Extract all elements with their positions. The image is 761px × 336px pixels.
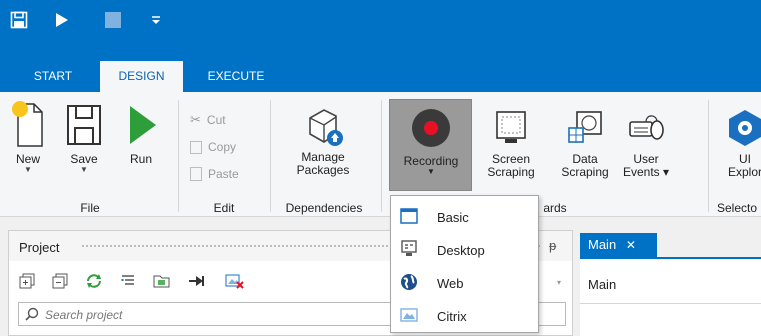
group-divider [270, 100, 271, 212]
divider [580, 303, 761, 304]
paste-button[interactable]: Paste [190, 167, 239, 181]
screen-scraping-button[interactable]: Screen Scraping [481, 108, 541, 179]
explorer-label: Explor [727, 165, 761, 179]
refresh-icon[interactable] [85, 273, 103, 289]
scrollbar[interactable]: ▾ [557, 271, 567, 295]
ribbon-tabs: START DESIGN EXECUTE [0, 41, 761, 92]
pin-icon[interactable]: ᵽ [549, 238, 556, 253]
cut-button[interactable]: ✂ Cut [190, 112, 226, 128]
save-button[interactable]: Save ▼ [64, 100, 104, 174]
stop-icon[interactable] [102, 9, 124, 31]
expand-all-icon[interactable] [19, 273, 35, 289]
copy-icon [190, 140, 202, 154]
chevron-down-icon: ▼ [24, 165, 32, 174]
packages-icon [309, 109, 343, 146]
dependencies-group-label: Dependencies [285, 201, 363, 215]
record-icon [412, 109, 450, 147]
copy-button[interactable]: Copy [190, 140, 236, 154]
menu-item-label: Desktop [437, 243, 485, 258]
project-panel-title: Project [19, 240, 60, 255]
close-icon[interactable]: ✕ [626, 238, 636, 252]
tab-main[interactable]: Main ✕ [580, 233, 657, 257]
menu-item-web[interactable]: Web [391, 266, 538, 299]
file-group-label: File [80, 201, 100, 215]
search-input[interactable]: Search project [45, 308, 122, 322]
events-text: Events [622, 165, 660, 179]
tab-execute[interactable]: EXECUTE [196, 61, 276, 92]
user-events-button[interactable]: User Events ▾ [620, 108, 672, 179]
properties-icon[interactable] [120, 273, 136, 289]
ui-explorer-icon [729, 110, 761, 146]
window-icon [400, 208, 418, 224]
events-label: Events ▾ [622, 165, 670, 179]
collapse-all-icon[interactable] [52, 273, 68, 289]
desktop-icon [401, 240, 417, 256]
scraping-label: Scraping [487, 165, 535, 179]
recording-button[interactable]: Recording ▼ [390, 108, 472, 176]
data-scraping-icon [568, 111, 602, 143]
run-icon[interactable] [50, 9, 72, 31]
tab-start[interactable]: START [18, 61, 88, 92]
screen-icon [496, 111, 526, 143]
menu-item-basic[interactable]: Basic [391, 200, 538, 233]
project-toolbar [19, 271, 245, 291]
run-button[interactable]: Run [124, 100, 158, 166]
save-icon[interactable] [8, 9, 30, 31]
group-divider [178, 100, 179, 212]
menu-item-label: Citrix [437, 309, 467, 324]
edit-group-label: Edit [213, 201, 235, 215]
title-bar [0, 0, 761, 41]
run-icon [130, 106, 156, 144]
new-icon [12, 101, 43, 147]
tab-design[interactable]: DESIGN [100, 61, 183, 92]
copy-label: Copy [208, 140, 237, 154]
menu-item-desktop[interactable]: Desktop [391, 233, 538, 266]
save-icon [67, 105, 101, 145]
citrix-icon [400, 308, 418, 322]
cut-label: Cut [206, 113, 226, 127]
paste-label: Paste [208, 167, 239, 181]
workflow-title: Main [588, 277, 617, 292]
menu-item-citrix[interactable]: Citrix [391, 299, 538, 332]
paste-icon [190, 167, 202, 181]
chevron-down-icon: ▼ [80, 165, 88, 174]
chevron-down-icon: ▼ [427, 167, 435, 176]
keyboard-mouse-icon [629, 115, 664, 140]
customize-icon[interactable] [145, 9, 167, 31]
pin-activities-icon[interactable] [188, 273, 208, 289]
manage-packages-button[interactable]: Manage Packages [288, 104, 358, 177]
data-scraping-label: Scraping [561, 165, 609, 179]
designer-area: Main [580, 257, 761, 336]
menu-item-label: Web [437, 276, 464, 291]
group-divider [381, 100, 382, 212]
packages-label: Packages [296, 163, 350, 177]
data-scraping-button[interactable]: Data Scraping [556, 108, 614, 179]
new-button[interactable]: New ▼ [10, 100, 46, 174]
group-divider [708, 100, 709, 212]
open-folder-icon[interactable] [153, 273, 171, 289]
wizards-group-label: ards [543, 201, 567, 215]
search-icon [25, 307, 39, 321]
run-label: Run [129, 152, 152, 166]
cut-icon: ✂ [190, 112, 201, 127]
remove-unused-icon[interactable] [225, 273, 245, 289]
ui-explorer-button[interactable]: UI Explor [720, 108, 761, 179]
tab-main-label: Main [588, 237, 617, 252]
selectors-group-label: Selecto [717, 201, 758, 215]
globe-icon [401, 274, 417, 290]
menu-item-label: Basic [437, 210, 469, 225]
recording-dropdown: Basic Desktop Web Citrix [390, 195, 539, 333]
